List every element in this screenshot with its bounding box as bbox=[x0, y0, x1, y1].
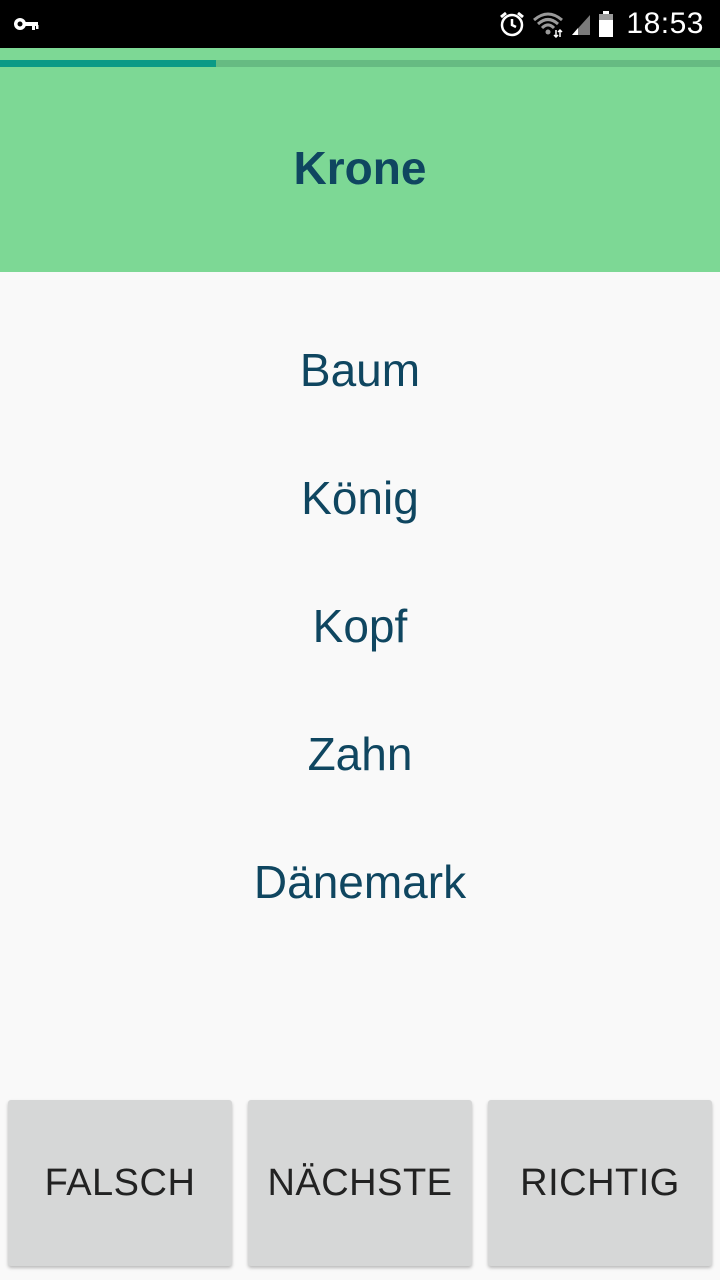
battery-icon bbox=[599, 11, 614, 37]
status-bar: 18:53 bbox=[0, 0, 720, 48]
answer-option[interactable]: Kopf bbox=[0, 562, 720, 690]
alarm-icon bbox=[500, 11, 525, 37]
wifi-icon bbox=[533, 12, 564, 38]
answer-option[interactable]: Baum bbox=[0, 306, 720, 434]
key-icon bbox=[14, 18, 39, 30]
wrong-button[interactable]: FALSCH bbox=[8, 1100, 232, 1266]
action-buttons: FALSCH NÄCHSTE RICHTIG bbox=[0, 1100, 720, 1268]
answer-options: Baum König Kopf Zahn Dänemark bbox=[0, 306, 720, 946]
status-icons: 18:53 bbox=[498, 0, 704, 48]
question-word: Krone bbox=[293, 142, 427, 194]
progress-fill bbox=[0, 60, 216, 67]
answer-option[interactable]: König bbox=[0, 434, 720, 562]
question-card: Krone bbox=[0, 68, 720, 272]
next-button[interactable]: NÄCHSTE bbox=[248, 1100, 472, 1266]
status-time: 18:53 bbox=[626, 7, 704, 40]
app-screen: 18:53 Krone Baum König Kopf Zahn Dänemar… bbox=[0, 0, 720, 1280]
signal-icon bbox=[572, 15, 591, 35]
answer-option[interactable]: Zahn bbox=[0, 690, 720, 818]
progress-track bbox=[0, 60, 720, 67]
right-button[interactable]: RICHTIG bbox=[488, 1100, 712, 1266]
answer-option[interactable]: Dänemark bbox=[0, 818, 720, 946]
progress-bar bbox=[0, 48, 720, 68]
